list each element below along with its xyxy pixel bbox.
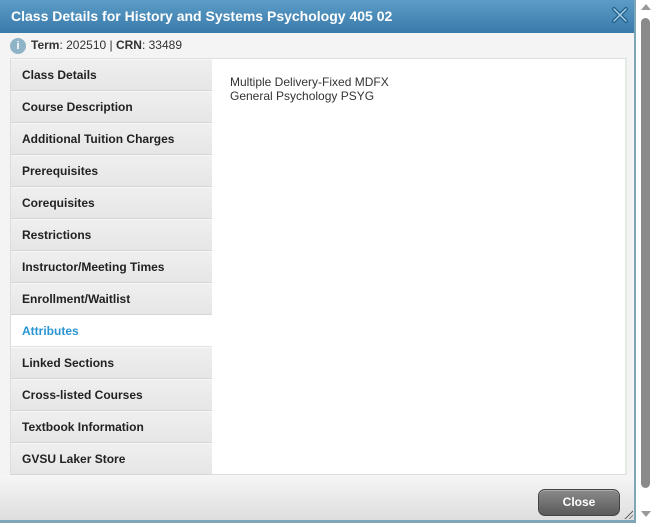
- crn-label: CRN: [115, 38, 142, 52]
- class-details-dialog: Class Details for History and Systems Ps…: [0, 0, 636, 523]
- attribute-line: Multiple Delivery-Fixed MDFX: [230, 75, 389, 89]
- nav-item-prerequisites[interactable]: Prerequisites: [11, 155, 212, 187]
- details-nav: Class Details Course Description Additio…: [11, 59, 212, 475]
- nav-item-course-description[interactable]: Course Description: [11, 91, 212, 123]
- nav-item-textbook-information[interactable]: Textbook Information: [11, 411, 212, 443]
- scroll-up-arrow-icon[interactable]: [641, 4, 651, 10]
- nav-item-restrictions[interactable]: Restrictions: [11, 219, 212, 251]
- attribute-line: General Psychology PSYG: [230, 89, 375, 103]
- term-value: : 202510 |: [59, 38, 116, 52]
- nav-item-instructor-meeting-times[interactable]: Instructor/Meeting Times: [11, 251, 212, 283]
- scroll-down-arrow-icon[interactable]: [641, 511, 651, 517]
- nav-item-enrollment-waitlist[interactable]: Enrollment/Waitlist: [11, 283, 212, 315]
- details-panel: Class Details Course Description Additio…: [10, 58, 627, 475]
- page-scrollbar[interactable]: [638, 0, 653, 523]
- close-button[interactable]: Close: [538, 489, 620, 516]
- term-crn-text: Term: 202510 | CRN: 33489: [31, 38, 182, 52]
- close-x-icon[interactable]: [610, 5, 630, 25]
- nav-item-attributes[interactable]: Attributes: [11, 315, 212, 347]
- dialog-title: Class Details for History and Systems Ps…: [11, 8, 393, 24]
- nav-item-gvsu-laker-store[interactable]: GVSU Laker Store: [11, 443, 212, 475]
- term-info-bar: i Term: 202510 | CRN: 33489: [0, 33, 634, 58]
- crn-value: : 33489: [141, 38, 182, 52]
- scroll-thumb[interactable]: [641, 18, 650, 488]
- dialog-footer: Close: [0, 475, 634, 520]
- dialog-titlebar[interactable]: Class Details for History and Systems Ps…: [0, 0, 634, 33]
- resize-grip-icon[interactable]: [623, 509, 633, 519]
- nav-item-class-details[interactable]: Class Details: [11, 59, 212, 91]
- nav-item-cross-listed-courses[interactable]: Cross-listed Courses: [11, 379, 212, 411]
- info-icon: i: [10, 38, 26, 54]
- nav-item-corequisites[interactable]: Corequisites: [11, 187, 212, 219]
- attributes-content: Multiple Delivery-Fixed MDFX General Psy…: [230, 75, 389, 103]
- nav-item-additional-tuition-charges[interactable]: Additional Tuition Charges: [11, 123, 212, 155]
- nav-item-linked-sections[interactable]: Linked Sections: [11, 347, 212, 379]
- term-label: Term: [31, 38, 60, 52]
